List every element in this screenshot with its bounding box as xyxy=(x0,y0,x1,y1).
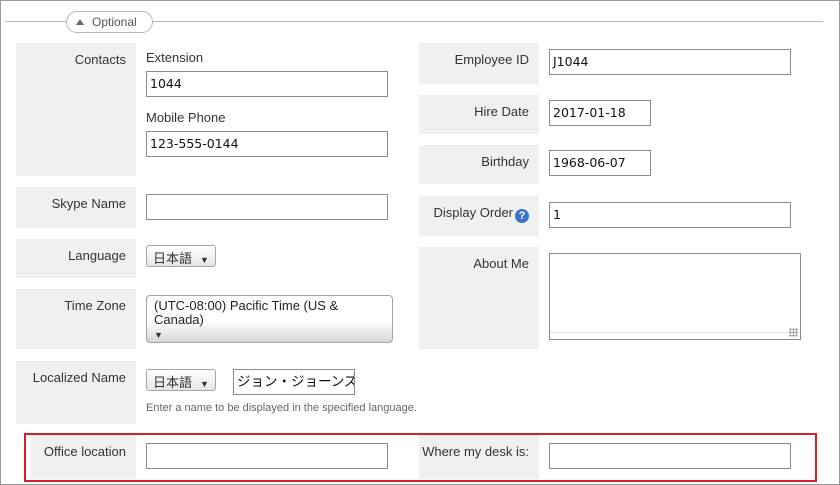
localized-name-label: Localized Name xyxy=(16,361,136,424)
hire-date-input[interactable]: 2017-01-18 xyxy=(549,100,651,126)
time-zone-label: Time Zone xyxy=(16,289,136,349)
localized-language-value: 日本語 xyxy=(153,375,193,390)
localized-name-input[interactable]: ジョン・ジョーンズ xyxy=(233,369,355,395)
about-me-label: About Me xyxy=(419,247,539,349)
time-zone-select[interactable]: (UTC-08:00) Pacific Time (US & Canada) ▼ xyxy=(146,295,393,343)
display-order-input[interactable]: 1 xyxy=(549,202,791,228)
language-select[interactable]: 日本語 ▼ xyxy=(146,245,216,267)
dropdown-arrow-icon: ▼ xyxy=(154,330,163,340)
dropdown-arrow-icon: ▼ xyxy=(200,379,209,389)
contacts-label: Contacts xyxy=(16,43,136,176)
localized-name-hint: Enter a name to be displayed in the spec… xyxy=(146,402,417,414)
collapse-triangle-icon xyxy=(76,19,84,25)
help-icon[interactable]: ? xyxy=(515,209,529,223)
profile-form: Optional Contacts Extension 1044 Mobile … xyxy=(0,0,840,485)
hire-date-label: Hire Date xyxy=(419,95,539,134)
display-order-label: Display Order? xyxy=(419,196,539,236)
optional-section-toggle[interactable]: Optional xyxy=(66,11,153,33)
birthday-label: Birthday xyxy=(419,145,539,184)
resize-grip-icon[interactable] xyxy=(789,328,798,337)
time-zone-select-value: (UTC-08:00) Pacific Time (US & Canada) xyxy=(154,298,339,327)
extension-label: Extension xyxy=(146,50,204,65)
skype-name-input[interactable] xyxy=(146,194,388,220)
mobile-phone-input[interactable]: 123-555-0144 xyxy=(146,131,388,157)
mobile-phone-label: Mobile Phone xyxy=(146,110,226,125)
localized-name-language-select[interactable]: 日本語 ▼ xyxy=(146,369,216,391)
dropdown-arrow-icon: ▼ xyxy=(200,255,209,265)
display-order-label-text: Display Order xyxy=(433,205,513,220)
textarea-divider xyxy=(550,332,800,333)
language-label: Language xyxy=(16,239,136,278)
highlight-box xyxy=(24,433,817,482)
birthday-input[interactable]: 1968-06-07 xyxy=(549,150,651,176)
extension-input[interactable]: 1044 xyxy=(146,71,388,97)
skype-name-label: Skype Name xyxy=(16,187,136,228)
about-me-textarea[interactable] xyxy=(549,253,801,340)
optional-toggle-label: Optional xyxy=(92,15,137,29)
employee-id-label: Employee ID xyxy=(419,43,539,84)
employee-id-input[interactable]: J1044 xyxy=(549,49,791,75)
language-select-value: 日本語 xyxy=(153,251,193,266)
